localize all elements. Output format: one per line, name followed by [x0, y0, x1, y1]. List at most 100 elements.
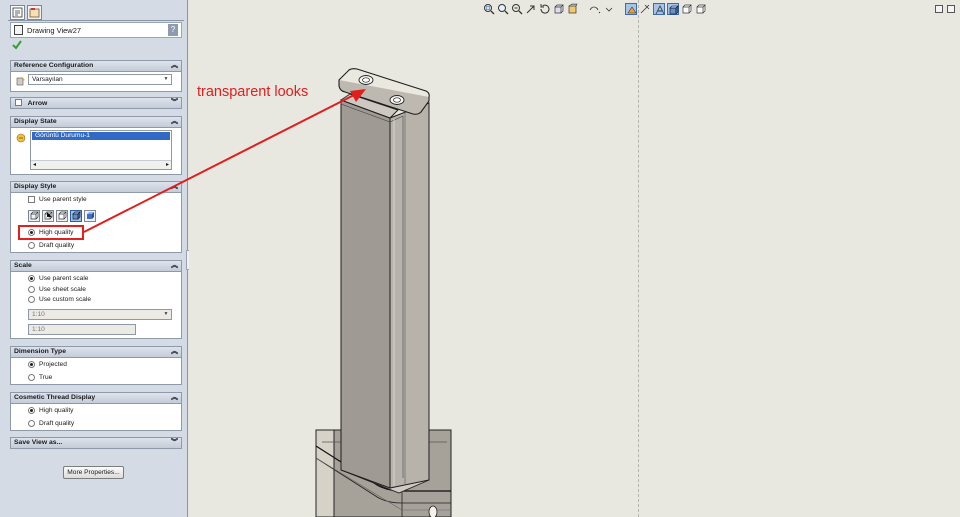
use-sheet-scale-radio[interactable] — [28, 286, 35, 293]
property-manager-panel: Drawing View27 ? Reference Configuration… — [0, 0, 188, 517]
display-style-buttons — [28, 210, 108, 222]
use-parent-scale-option[interactable]: Use parent scale — [28, 275, 88, 282]
feature-tree-icon — [29, 8, 40, 18]
collapse-icon[interactable]: ︽ — [171, 261, 178, 271]
draft-quality-radio[interactable] — [28, 242, 35, 249]
property-manager-tab[interactable] — [10, 5, 25, 20]
hidden-lines-removed-icon — [58, 211, 67, 220]
display-state-list[interactable]: Görüntü Durumu-1 ◂ ▸ — [30, 130, 172, 170]
true-label: True — [39, 374, 53, 381]
use-parent-style-label: Use parent style — [39, 196, 87, 203]
projected-label: Projected — [39, 361, 67, 368]
wireframe-icon — [30, 211, 39, 220]
feature-title-bar: Drawing View27 ? — [10, 22, 182, 38]
ok-checkmark-button[interactable] — [12, 40, 22, 50]
use-sheet-scale-label: Use sheet scale — [39, 286, 86, 293]
help-icon[interactable]: ? — [168, 24, 178, 36]
use-parent-scale-label: Use parent scale — [39, 275, 89, 282]
reference-configuration-header[interactable]: Reference Configuration ︽ — [10, 60, 182, 72]
collapse-icon[interactable]: ︽ — [171, 61, 178, 71]
panel-tab-strip — [8, 4, 184, 21]
arrow-checkbox[interactable] — [15, 99, 22, 106]
horizontal-scrollbar[interactable]: ◂ ▸ — [31, 160, 171, 169]
use-parent-style-option[interactable]: Use parent style — [28, 196, 87, 203]
collapse-icon[interactable]: ︽ — [171, 117, 178, 127]
use-custom-scale-option[interactable]: Use custom scale — [28, 296, 91, 303]
use-custom-scale-radio[interactable] — [28, 296, 35, 303]
custom-scale-text: 1:10 — [32, 326, 45, 333]
cosmetic-thread-body: High quality Draft quality — [10, 404, 182, 431]
feature-tree-tab[interactable] — [27, 5, 42, 20]
display-state-item[interactable]: Görüntü Durumu-1 — [32, 132, 170, 140]
shaded-button[interactable] — [84, 210, 96, 222]
expand-icon[interactable]: ︾ — [171, 98, 178, 108]
display-state-body: Görüntü Durumu-1 ◂ ▸ — [10, 128, 182, 175]
checkmark-icon — [12, 40, 22, 50]
use-parent-style-checkbox[interactable] — [28, 196, 35, 203]
custom-scale-select[interactable]: 1:10 ▼ — [28, 309, 172, 320]
hidden-lines-visible-icon — [44, 211, 53, 220]
drawing-graphics-area[interactable]: transparent looks — [189, 0, 960, 517]
section-title: Cosmetic Thread Display — [14, 394, 96, 401]
highlight-box — [18, 225, 84, 240]
save-view-header[interactable]: Save View as... ︾ — [10, 437, 182, 449]
draft-quality-label: Draft quality — [39, 242, 75, 249]
true-radio[interactable] — [28, 374, 35, 381]
custom-scale-input[interactable]: 1:10 — [28, 324, 136, 335]
section-title: Dimension Type — [14, 348, 66, 355]
use-sheet-scale-option[interactable]: Use sheet scale — [28, 286, 86, 293]
true-option[interactable]: True — [28, 374, 52, 381]
thread-high-quality-radio[interactable] — [28, 407, 35, 414]
custom-scale-value: 1:10 — [32, 311, 45, 318]
hidden-lines-visible-button[interactable] — [42, 210, 54, 222]
display-style-body: Use parent style High quality Draft qual… — [10, 193, 182, 253]
shaded-with-edges-button[interactable] — [70, 210, 82, 222]
annotation-text: transparent looks — [197, 84, 309, 100]
reference-configuration-body: Varsayılan ▼ — [10, 72, 182, 92]
arrow-header[interactable]: Arrow ︾ — [10, 97, 182, 109]
square-tube — [339, 93, 430, 489]
configuration-value: Varsayılan — [32, 76, 63, 83]
feature-title: Drawing View27 — [27, 26, 82, 35]
use-custom-scale-label: Use custom scale — [39, 296, 92, 303]
property-manager-icon — [12, 7, 23, 18]
more-properties-button[interactable]: More Properties... — [63, 466, 124, 479]
drawing-view-model[interactable] — [189, 0, 960, 517]
wireframe-button[interactable] — [28, 210, 40, 222]
section-title: Scale — [14, 262, 32, 269]
scroll-left-icon[interactable]: ◂ — [33, 161, 36, 168]
cosmetic-thread-header[interactable]: Cosmetic Thread Display ︽ — [10, 392, 182, 404]
display-state-header[interactable]: Display State ︽ — [10, 116, 182, 128]
chevron-down-icon: ▼ — [163, 311, 169, 317]
drawing-view-icon — [14, 25, 23, 35]
scale-body: Use parent scale Use sheet scale Use cus… — [10, 272, 182, 339]
dimension-type-header[interactable]: Dimension Type ︽ — [10, 346, 182, 358]
thread-draft-quality-option[interactable]: Draft quality — [28, 420, 74, 427]
scale-header[interactable]: Scale ︽ — [10, 260, 182, 272]
configuration-select[interactable]: Varsayılan ▼ — [28, 74, 172, 85]
display-style-header[interactable]: Display Style ︽ — [10, 181, 182, 193]
thread-draft-quality-radio[interactable] — [28, 420, 35, 427]
dimension-type-body: Projected True — [10, 358, 182, 385]
use-parent-scale-radio[interactable] — [28, 275, 35, 282]
collapse-icon[interactable]: ︽ — [171, 393, 178, 403]
projected-radio[interactable] — [28, 361, 35, 368]
section-title: Reference Configuration — [14, 62, 94, 69]
section-title: Save View as... — [14, 439, 63, 446]
draft-quality-option[interactable]: Draft quality — [28, 242, 74, 249]
hidden-lines-removed-button[interactable] — [56, 210, 68, 222]
projected-option[interactable]: Projected — [28, 361, 67, 368]
configuration-icon — [16, 76, 26, 86]
expand-icon[interactable]: ︾ — [171, 438, 178, 448]
collapse-icon[interactable]: ︽ — [171, 347, 178, 357]
scroll-right-icon[interactable]: ▸ — [166, 161, 169, 168]
thread-high-quality-option[interactable]: High quality — [28, 407, 73, 414]
section-title: Arrow — [27, 100, 48, 107]
display-state-icon — [16, 133, 26, 145]
thread-draft-quality-label: Draft quality — [39, 420, 75, 427]
section-title: Display State — [14, 118, 57, 125]
collapse-icon[interactable]: ︽ — [171, 182, 178, 192]
shaded-with-edges-icon — [72, 211, 81, 220]
section-title: Display Style — [14, 183, 57, 190]
chevron-down-icon: ▼ — [163, 76, 169, 82]
